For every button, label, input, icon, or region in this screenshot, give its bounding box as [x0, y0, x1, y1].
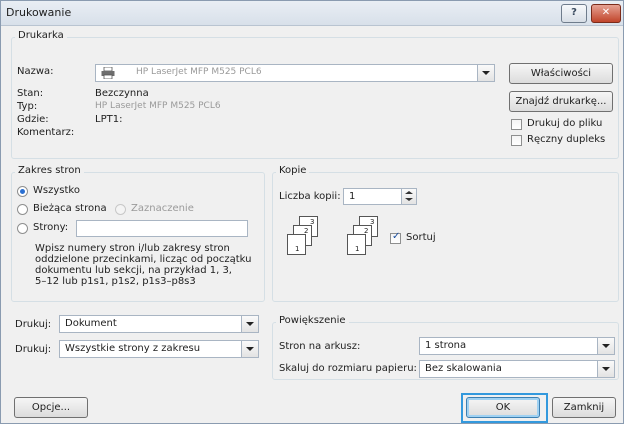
print-what-label: Drukuj:: [15, 319, 52, 330]
manual-duplex-label[interactable]: Ręczny dupleks: [527, 134, 605, 145]
chevron-down-icon[interactable]: [597, 338, 614, 354]
hint-line: oddzielone przecinkami, licząc od począt…: [35, 254, 252, 265]
print-dialog: Drukowanie ? ✕ Drukarka Nazwa: HP LaserJ…: [0, 0, 624, 424]
current-page-radio[interactable]: [17, 204, 28, 215]
help-button[interactable]: ?: [561, 4, 587, 23]
print-select[interactable]: Wszystkie strony z zakresu: [59, 340, 259, 358]
properties-button[interactable]: Właściwości: [509, 63, 613, 84]
hint-line: Wpisz numery stron i/lub zakresy stron: [35, 243, 230, 254]
collate-checkbox[interactable]: [390, 231, 401, 244]
ok-button-label: OK: [495, 402, 511, 413]
close-button-label: Zamknij: [563, 402, 605, 413]
find-printer-button-label: Znajdź drukarkę...: [515, 96, 607, 107]
current-page-label[interactable]: Bieżąca strona: [33, 203, 107, 214]
pages-label[interactable]: Strony:: [33, 222, 68, 233]
printer-name-value: HP LaserJet MFP M525 PCL6: [136, 67, 262, 77]
copies-count-value: 1: [349, 191, 356, 202]
spin-down-icon[interactable]: [405, 198, 413, 201]
printer-legend: Drukarka: [15, 30, 67, 41]
pages-per-sheet-select[interactable]: 1 strona: [419, 337, 615, 355]
spin-up-icon[interactable]: [405, 191, 413, 194]
scale-select[interactable]: Bez skalowania: [419, 360, 615, 378]
selection-label[interactable]: Zaznaczenie: [131, 203, 194, 214]
options-button[interactable]: Opcje...: [14, 397, 88, 418]
chevron-down-icon[interactable]: [241, 316, 258, 332]
print-to-file-label[interactable]: Drukuj do pliku: [527, 118, 602, 129]
printer-icon: [101, 66, 115, 80]
type-value: HP LaserJet MFP M525 PCL6: [95, 101, 221, 111]
chevron-down-icon[interactable]: [241, 341, 258, 357]
close-button[interactable]: Zamknij: [552, 397, 616, 418]
print-value: Wszystkie strony z zakresu: [65, 343, 201, 354]
scale-value: Bez skalowania: [425, 363, 502, 374]
scale-label: Skaluj do rozmiaru papieru:: [279, 363, 417, 374]
print-label: Drukuj:: [15, 344, 52, 355]
page-icon: 1: [287, 234, 306, 255]
find-printer-button[interactable]: Znajdź drukarkę...: [509, 91, 613, 112]
ok-button[interactable]: OK: [466, 397, 540, 418]
type-label: Typ:: [17, 101, 38, 112]
close-window-button[interactable]: ✕: [591, 4, 621, 23]
manual-duplex-checkbox[interactable]: [511, 135, 522, 146]
page-range-hint: Wpisz numery stron i/lub zakresy stron o…: [35, 243, 252, 287]
printer-name-select[interactable]: HP LaserJet MFP M525 PCL6: [95, 64, 495, 82]
hint-line: 5–12 lub p1s1, p1s2, p1s3–p8s3: [35, 276, 196, 287]
status-value: Bezczynna: [95, 88, 149, 99]
selection-radio[interactable]: [115, 204, 126, 215]
print-to-file-checkbox[interactable]: [511, 119, 522, 130]
pages-per-sheet-value: 1 strona: [425, 340, 467, 351]
copies-spinner[interactable]: [401, 188, 417, 205]
hint-line: dokumentu lub sekcji, na przykład 1, 3,: [35, 265, 232, 276]
print-what-select[interactable]: Dokument: [59, 315, 259, 333]
all-pages-radio[interactable]: [17, 186, 28, 197]
status-label: Stan:: [17, 88, 44, 99]
where-label: Gdzie:: [17, 114, 49, 125]
where-value: LPT1:: [95, 114, 123, 125]
pages-input[interactable]: [76, 220, 248, 237]
window-title: Drukowanie: [6, 6, 72, 19]
pages-per-sheet-label: Stron na arkusz:: [279, 341, 361, 352]
comment-label: Komentarz:: [17, 127, 75, 138]
title-bar: Drukowanie ? ✕: [1, 1, 623, 26]
pages-radio[interactable]: [17, 223, 28, 234]
copies-legend: Kopie: [276, 165, 310, 176]
chevron-down-icon[interactable]: [477, 65, 494, 81]
print-what-value: Dokument: [65, 318, 117, 329]
copies-count-label: Liczba kopii:: [279, 191, 341, 202]
chevron-down-icon[interactable]: [597, 361, 614, 377]
copies-count-input[interactable]: 1: [343, 188, 403, 205]
properties-button-label: Właściwości: [530, 68, 592, 79]
zoom-legend: Powiększenie: [276, 315, 349, 326]
printer-name-label: Nazwa:: [17, 66, 54, 77]
collate-label[interactable]: Sortuj: [406, 232, 436, 243]
all-pages-label[interactable]: Wszystko: [33, 185, 80, 196]
page-icon: 1: [347, 234, 366, 255]
options-button-label: Opcje...: [31, 402, 71, 413]
page-range-legend: Zakres stron: [15, 165, 84, 176]
